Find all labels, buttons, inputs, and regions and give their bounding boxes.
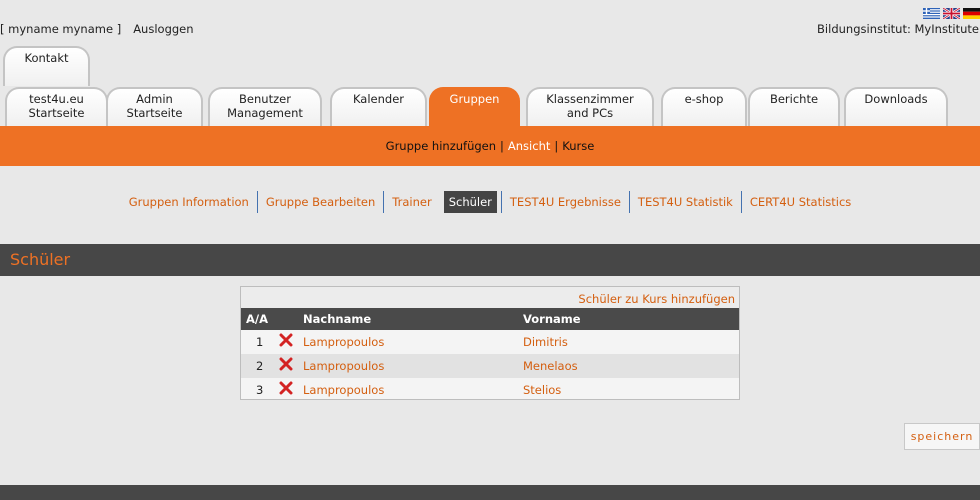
firstname-link[interactable]: Stelios	[523, 383, 561, 397]
tab-label: Berichte	[769, 92, 819, 106]
user-info: [ myname myname ] Ausloggen	[0, 22, 194, 36]
tab-students[interactable]: Schüler	[443, 191, 497, 213]
tab-cert4u-statistics[interactable]: CERT4U Statistics	[740, 191, 859, 213]
tab-label: Klassenzimmer	[546, 92, 634, 106]
footer-bar	[0, 485, 980, 500]
logout-link[interactable]: Ausloggen	[133, 22, 193, 36]
add-group-link[interactable]: Gruppe hinzufügen	[386, 139, 496, 153]
table-row: 3 Lampropoulos Stelios	[241, 378, 739, 399]
row-number: 3	[256, 383, 264, 397]
tab-downloads[interactable]: Downloads	[844, 87, 948, 126]
view-link[interactable]: Ansicht	[508, 139, 550, 153]
tab-label: Downloads	[864, 92, 928, 106]
table-header: A/A Nachname Vorname	[241, 308, 739, 330]
lastname-link[interactable]: Lampropoulos	[303, 383, 384, 397]
section-header: Schüler	[0, 244, 980, 276]
tab-label: e-shop	[684, 92, 724, 106]
language-flags	[923, 8, 980, 19]
tab-user-management[interactable]: Benutzer Management	[208, 87, 322, 126]
delete-icon[interactable]	[279, 357, 293, 371]
tab-group-information[interactable]: Gruppen Information	[121, 191, 257, 213]
tab-kontakt[interactable]: Kontakt	[3, 46, 90, 86]
tab-test4u-results[interactable]: TEST4U Ergebnisse	[500, 191, 629, 213]
subnav: Gruppe hinzufügen | Ansicht | Kurse	[0, 139, 980, 153]
tab-classrooms[interactable]: Klassenzimmer and PCs	[526, 87, 654, 126]
tab-label-line2: Startseite	[28, 106, 85, 120]
uk-flag-icon[interactable]	[943, 8, 960, 19]
students-table: Schüler zu Kurs hinzufügen A/A Nachname …	[240, 286, 740, 400]
tab-label: Benutzer	[239, 92, 291, 106]
tab-label: Kontakt	[24, 51, 69, 65]
tab-label: Kalender	[352, 92, 405, 106]
tab-label: test4u.eu	[29, 92, 84, 106]
tab-trainer[interactable]: Trainer	[383, 191, 439, 213]
delete-icon[interactable]	[279, 333, 293, 347]
tab-label-line2: Management	[227, 106, 303, 120]
row-number: 2	[256, 359, 264, 373]
tab-label: Admin	[136, 92, 173, 106]
lastname-link[interactable]: Lampropoulos	[303, 359, 384, 373]
user-name: [ myname myname ]	[0, 22, 122, 36]
subnav-bar: Gruppe hinzufügen | Ansicht | Kurse	[0, 126, 980, 166]
header-firstname: Vorname	[523, 312, 581, 326]
table-row: 2 Lampropoulos Menelaos	[241, 354, 739, 378]
tab-calendar[interactable]: Kalender	[330, 87, 427, 126]
tab-edit-group[interactable]: Gruppe Bearbeiten	[256, 191, 383, 213]
courses-link[interactable]: Kurse	[562, 139, 594, 153]
header-lastname: Nachname	[303, 312, 372, 326]
tab-test4u-home[interactable]: test4u.eu Startseite	[5, 87, 108, 126]
table-row: 1 Lampropoulos Dimitris	[241, 330, 739, 354]
tab-label-line2: Startseite	[126, 106, 183, 120]
row-number: 1	[256, 335, 264, 349]
section-title: Schüler	[10, 250, 71, 269]
separator: |	[500, 139, 504, 153]
delete-icon[interactable]	[279, 381, 293, 395]
tab-eshop[interactable]: e-shop	[661, 87, 747, 126]
german-flag-icon[interactable]	[963, 8, 980, 19]
tab-label-line2: and PCs	[566, 106, 614, 120]
group-tabs: Gruppen Information Gruppe Bearbeiten Tr…	[0, 191, 980, 213]
add-student-link[interactable]: Schüler zu Kurs hinzufügen	[578, 292, 735, 306]
save-button[interactable]: speichern	[904, 423, 980, 450]
firstname-link[interactable]: Menelaos	[523, 359, 578, 373]
tab-groups[interactable]: Gruppen	[429, 87, 520, 127]
lastname-link[interactable]: Lampropoulos	[303, 335, 384, 349]
tab-label: Gruppen	[449, 92, 500, 106]
greek-flag-icon[interactable]	[923, 8, 940, 19]
firstname-link[interactable]: Dimitris	[523, 335, 568, 349]
institute-label: Bildungsinstitut: MyInstitute	[817, 22, 979, 36]
tab-reports[interactable]: Berichte	[748, 87, 840, 126]
separator: |	[554, 139, 559, 153]
tab-admin-home[interactable]: Admin Startseite	[106, 87, 203, 126]
tab-test4u-statistics[interactable]: TEST4U Statistik	[628, 191, 741, 213]
header-aa: A/A	[246, 312, 269, 326]
